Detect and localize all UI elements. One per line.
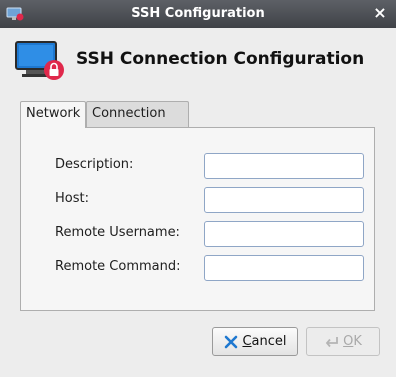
cancel-x-icon (225, 335, 238, 348)
enter-arrow-icon (325, 336, 339, 347)
network-tab-panel: Description: Host: Remote Username: Remo… (20, 127, 375, 311)
form-row-description: Description: (21, 153, 376, 179)
ssh-config-dialog: SSH Configuration × SSH Connection Confi… (0, 0, 396, 377)
remote-username-label: Remote Username: (55, 225, 180, 240)
title-bar: SSH Configuration × (0, 0, 396, 28)
cancel-button-label: Cancel (242, 334, 286, 349)
remote-command-label: Remote Command: (55, 259, 181, 274)
form-row-host: Host: (21, 187, 376, 213)
ok-button-label: OK (343, 334, 362, 349)
tab-network[interactable]: Network (20, 101, 86, 128)
host-label: Host: (55, 191, 89, 206)
dialog-header: SSH Connection Configuration (0, 28, 396, 86)
tab-connection[interactable]: Connection (86, 101, 189, 127)
description-label: Description: (55, 157, 134, 172)
remote-command-input[interactable] (204, 255, 364, 281)
page-title: SSH Connection Configuration (76, 49, 365, 69)
ok-label-rest: K (353, 334, 362, 349)
ok-mnemonic: O (343, 334, 354, 349)
ok-button[interactable]: OK (306, 327, 380, 356)
cancel-button[interactable]: Cancel (212, 327, 298, 356)
cancel-mnemonic: C (242, 334, 252, 349)
monitor-lock-icon (15, 41, 64, 80)
remote-username-input[interactable] (204, 221, 364, 247)
description-input[interactable] (204, 153, 364, 179)
window-title: SSH Configuration (131, 6, 265, 21)
cancel-label-rest: ancel (251, 334, 287, 349)
form-row-remote-username: Remote Username: (21, 221, 376, 247)
close-icon[interactable]: × (372, 4, 388, 22)
host-input[interactable] (204, 187, 364, 213)
form-row-remote-command: Remote Command: (21, 255, 376, 281)
